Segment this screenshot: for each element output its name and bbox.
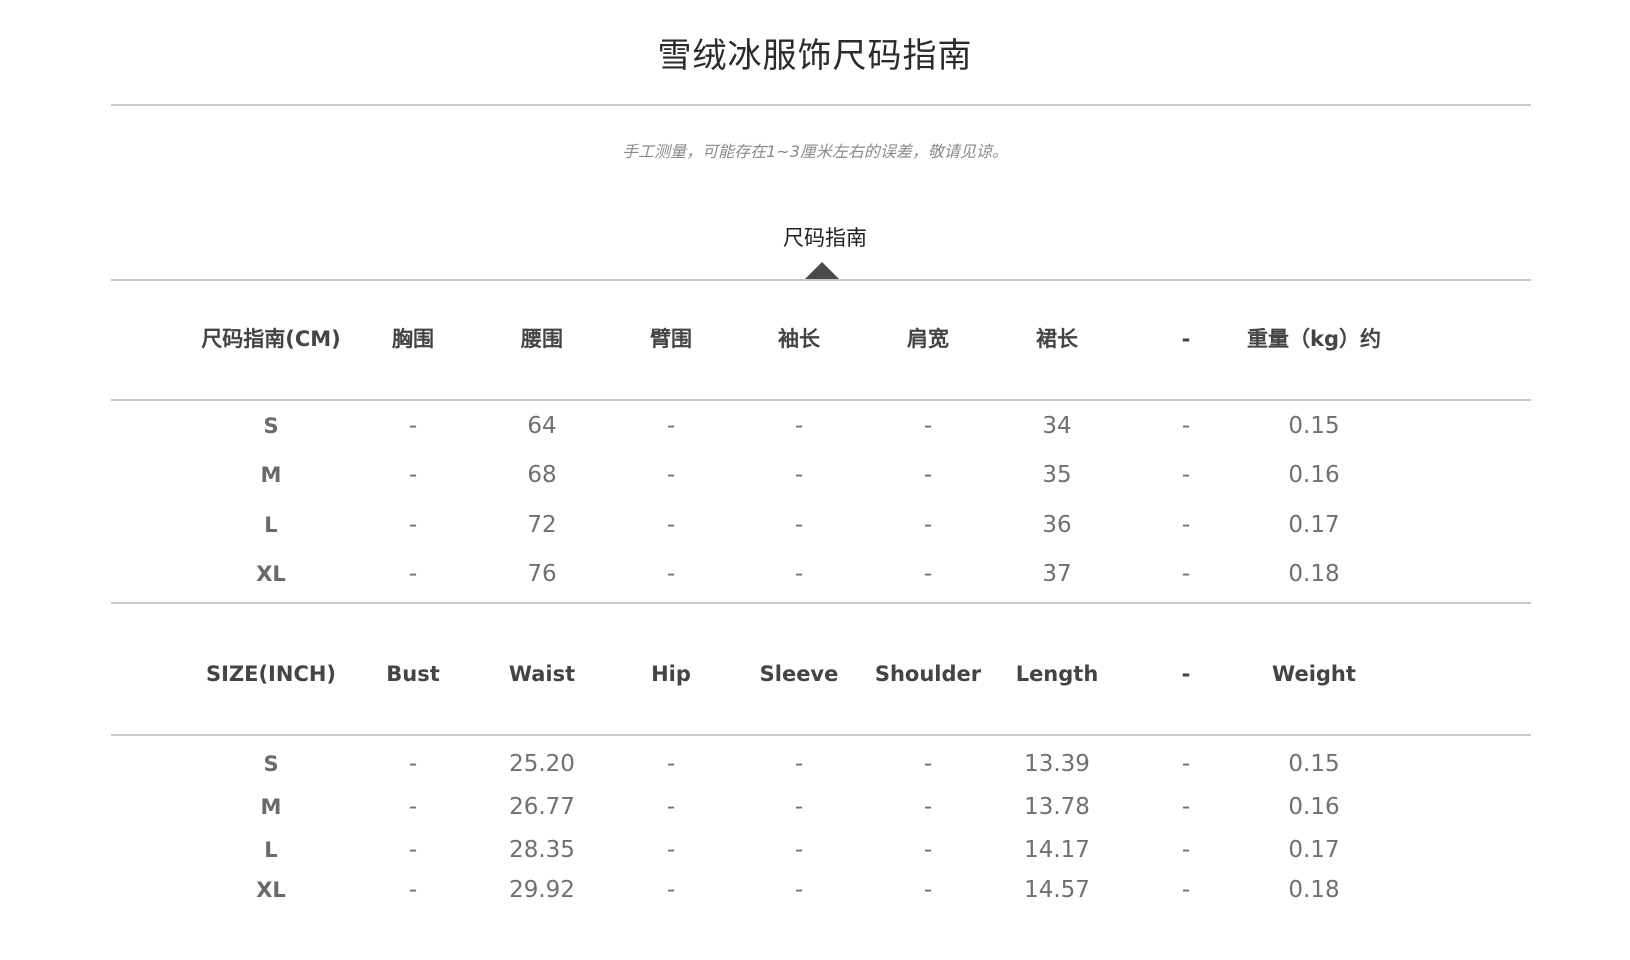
header-cell: 重量（kg）约 — [1247, 327, 1381, 351]
table-row: M - 68 - - - 35 - 0.16 — [0, 455, 1630, 495]
table-row: L - 72 - - - 36 - 0.17 — [0, 505, 1630, 545]
table-cell: 0.15 — [1288, 751, 1340, 777]
table-row: M - 26.77 - - - 13.78 - 0.16 — [0, 787, 1630, 827]
size-cell: M — [260, 795, 282, 819]
size-cell: M — [260, 463, 282, 487]
size-cell: S — [263, 414, 279, 438]
size-cell: S — [263, 752, 279, 776]
inch-table-header: SIZE(INCH) Bust Waist Hip Sleeve Shoulde… — [0, 654, 1630, 694]
table-row: XL - 76 - - - 37 - 0.18 — [0, 554, 1630, 594]
table-cell: 0.17 — [1288, 512, 1340, 538]
size-cell: XL — [256, 878, 286, 902]
tab-pointer-icon — [804, 262, 840, 280]
table-cell: 0.17 — [1288, 837, 1340, 863]
cm-header-divider — [111, 399, 1531, 401]
header-cell: 尺码指南(CM) — [201, 327, 341, 351]
cm-table-bottom-divider — [111, 602, 1531, 604]
table-cell: 0.15 — [1288, 413, 1340, 439]
size-cell: XL — [256, 562, 286, 586]
table-cell: 0.18 — [1288, 877, 1340, 903]
table-row: XL - 29.92 - - - 14.57 - 0.18 — [0, 870, 1630, 910]
size-cell: L — [264, 513, 278, 537]
tab-divider — [111, 279, 1531, 281]
page-title: 雪绒冰服饰尺码指南 — [657, 36, 973, 76]
inch-header-divider — [111, 734, 1531, 736]
size-cell: L — [264, 838, 278, 862]
title-divider — [111, 104, 1531, 106]
header-cell: Weight — [1272, 662, 1356, 686]
tab-size-guide[interactable]: 尺码指南 — [0, 222, 1630, 252]
table-row: L - 28.35 - - - 14.17 - 0.17 — [0, 830, 1630, 870]
table-row: S - 64 - - - 34 - 0.15 — [0, 406, 1630, 446]
table-cell: 0.16 — [1288, 794, 1340, 820]
measurement-note: 手工测量，可能存在1~3厘米左右的误差，敬请见谅。 — [622, 142, 1008, 161]
table-cell: 0.16 — [1288, 462, 1340, 488]
cm-table-header: 尺码指南(CM) 胸围 腰围 臂围 袖长 肩宽 裙长 - 重量（kg）约 — [0, 319, 1630, 359]
table-row: S - 25.20 - - - 13.39 - 0.15 — [0, 744, 1630, 784]
header-cell: SIZE(INCH) — [205, 662, 337, 686]
table-cell: 0.18 — [1288, 561, 1340, 587]
